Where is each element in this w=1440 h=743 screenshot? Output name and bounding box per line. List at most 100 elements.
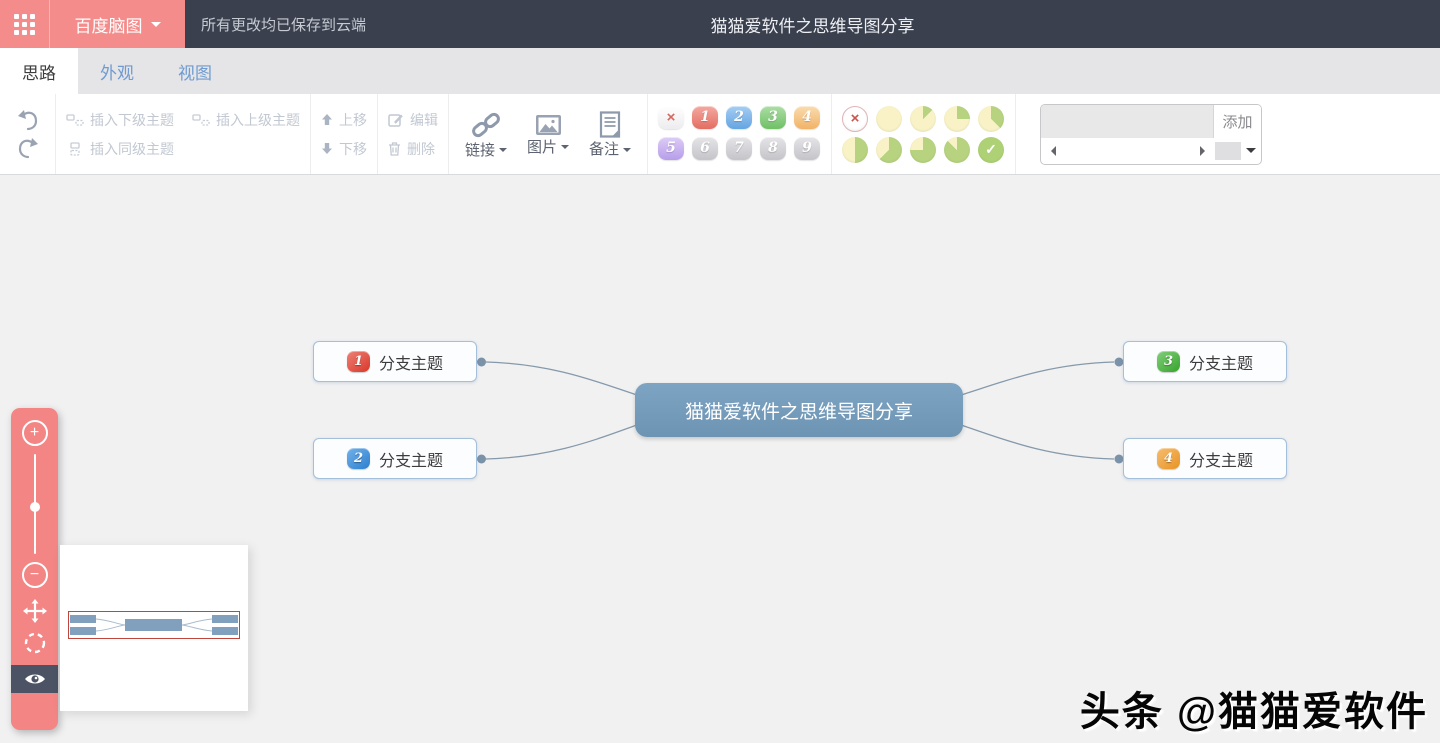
app-window: 百度脑图 所有更改均已保存到云端 猫猫爱软件之思维导图分享 思路 外观 视图 bbox=[0, 0, 1440, 743]
minimap-viewport[interactable] bbox=[68, 611, 240, 639]
edit-pencil-icon bbox=[388, 112, 404, 127]
history-group bbox=[0, 94, 56, 174]
sibling-topic-icon bbox=[66, 142, 84, 156]
note-button[interactable]: 备注 bbox=[589, 111, 631, 157]
zoom-out-button[interactable]: − bbox=[22, 562, 48, 588]
priority-group: × 1 2 3 4 5 6 7 8 9 bbox=[648, 94, 832, 174]
tab-idea[interactable]: 思路 bbox=[0, 48, 78, 94]
link-button[interactable]: 链接 bbox=[465, 111, 507, 158]
app-title: 百度脑图 bbox=[75, 12, 143, 37]
priority-8-button[interactable]: 8 bbox=[760, 137, 786, 160]
caret-down-icon bbox=[561, 145, 569, 153]
arrow-down-icon bbox=[321, 142, 333, 155]
progress-5of8-button[interactable] bbox=[876, 137, 902, 163]
move-down-button[interactable]: 下移 bbox=[321, 139, 367, 159]
progress-3of8-button[interactable] bbox=[978, 106, 1004, 132]
pan-mode-button[interactable] bbox=[22, 598, 48, 624]
child-topic-icon bbox=[66, 113, 84, 127]
note-icon bbox=[598, 111, 622, 138]
undo-button[interactable] bbox=[15, 107, 41, 133]
priority-9-button[interactable]: 9 bbox=[794, 137, 820, 160]
branch-label: 分支主题 bbox=[1189, 447, 1253, 471]
crosshair-icon bbox=[22, 630, 48, 656]
priority-badge: 3 bbox=[1157, 351, 1180, 372]
insert-sibling-button[interactable]: 插入同级主题 bbox=[66, 139, 174, 159]
edit-button[interactable]: 编辑 bbox=[388, 110, 438, 130]
pan-arrows-icon bbox=[22, 598, 48, 624]
priority-3-button[interactable]: 3 bbox=[760, 106, 786, 129]
topbar-rest: 所有更改均已保存到云端 猫猫爱软件之思维导图分享 bbox=[185, 0, 1440, 48]
image-button[interactable]: 图片 bbox=[527, 114, 569, 155]
delete-button[interactable]: 删除 bbox=[388, 139, 435, 159]
save-status: 所有更改均已保存到云端 bbox=[201, 14, 366, 35]
tag-add-button[interactable]: 添加 bbox=[1213, 105, 1261, 138]
edit-group: 编辑 删除 bbox=[378, 94, 449, 174]
tag-input[interactable] bbox=[1041, 105, 1213, 138]
root-topic-node[interactable]: 猫猫爱软件之思维导图分享 bbox=[635, 383, 963, 437]
view-toggle-row bbox=[11, 665, 58, 693]
eye-icon bbox=[23, 671, 47, 687]
branch-label: 分支主题 bbox=[1189, 350, 1253, 374]
priority-1-button[interactable]: 1 bbox=[692, 106, 718, 129]
zoom-slider-knob[interactable] bbox=[30, 502, 40, 512]
camera-view-button[interactable] bbox=[23, 671, 47, 687]
progress-1of8-button[interactable] bbox=[910, 106, 936, 132]
priority-5-button[interactable]: 5 bbox=[658, 137, 684, 160]
parent-topic-icon bbox=[192, 113, 210, 127]
branch-label: 分支主题 bbox=[379, 447, 443, 471]
minimap-panel[interactable] bbox=[60, 545, 248, 711]
tag-widget: 添加 bbox=[1040, 104, 1262, 165]
branch-topic-3[interactable]: 3 分支主题 bbox=[1123, 341, 1287, 382]
tag-group: 添加 bbox=[1016, 94, 1274, 174]
zoom-in-button[interactable]: + bbox=[22, 420, 48, 446]
progress-group: × ✓ bbox=[832, 94, 1016, 174]
branch-topic-4[interactable]: 4 分支主题 bbox=[1123, 438, 1287, 479]
priority-6-button[interactable]: 6 bbox=[692, 137, 718, 160]
tag-scrollbar[interactable] bbox=[1041, 138, 1261, 164]
topbar: 百度脑图 所有更改均已保存到云端 猫猫爱软件之思维导图分享 bbox=[0, 0, 1440, 48]
zoom-panel: + − bbox=[11, 408, 58, 730]
watermark: 头条 @猫猫爱软件 bbox=[1080, 679, 1428, 737]
priority-badge: 4 bbox=[1157, 448, 1180, 469]
branch-topic-2[interactable]: 2 分支主题 bbox=[313, 438, 477, 479]
zoom-slider[interactable] bbox=[25, 454, 45, 554]
caret-down-icon bbox=[623, 148, 631, 156]
scroll-right-icon[interactable] bbox=[1200, 146, 1210, 156]
tab-appearance[interactable]: 外观 bbox=[78, 48, 156, 94]
priority-4-button[interactable]: 4 bbox=[794, 106, 820, 129]
progress-4of8-button[interactable] bbox=[842, 137, 868, 163]
apps-grid-button[interactable] bbox=[0, 0, 50, 48]
progress-6of8-button[interactable] bbox=[910, 137, 936, 163]
branch-topic-1[interactable]: 1 分支主题 bbox=[313, 341, 477, 382]
move-up-button[interactable]: 上移 bbox=[321, 110, 367, 130]
priority-badge: 1 bbox=[347, 351, 370, 372]
image-icon bbox=[535, 114, 562, 136]
app-menu-button[interactable]: 百度脑图 bbox=[50, 0, 185, 48]
arrange-group: 上移 下移 bbox=[311, 94, 378, 174]
progress-7of8-button[interactable] bbox=[944, 137, 970, 163]
progress-0-button[interactable] bbox=[876, 106, 902, 132]
progress-done-button[interactable]: ✓ bbox=[978, 137, 1004, 163]
priority-remove-button[interactable]: × bbox=[658, 106, 684, 129]
progress-remove-button[interactable]: × bbox=[842, 106, 868, 132]
tab-view[interactable]: 视图 bbox=[156, 48, 234, 94]
redo-button[interactable] bbox=[15, 135, 41, 161]
caret-down-icon bbox=[499, 148, 507, 156]
trash-icon bbox=[388, 141, 401, 156]
progress-2of8-button[interactable] bbox=[944, 106, 970, 132]
tabbar: 思路 外观 视图 bbox=[0, 48, 1440, 94]
mindmap-canvas[interactable]: 猫猫爱软件之思维导图分享 1 分支主题 2 分支主题 3 分支主题 4 分支主题… bbox=[0, 175, 1440, 743]
attach-group: 链接 图片 备注 bbox=[449, 94, 648, 174]
link-chain-icon bbox=[471, 111, 501, 139]
scrollbar-thumb[interactable] bbox=[1215, 142, 1241, 160]
tag-dropdown-icon[interactable] bbox=[1246, 148, 1256, 158]
document-title: 猫猫爱软件之思维导图分享 bbox=[711, 12, 915, 37]
grid-icon bbox=[14, 14, 35, 35]
insert-parent-button[interactable]: 插入上级主题 bbox=[192, 110, 300, 130]
priority-7-button[interactable]: 7 bbox=[726, 137, 752, 160]
priority-2-button[interactable]: 2 bbox=[726, 106, 752, 129]
locate-center-button[interactable] bbox=[22, 630, 48, 656]
insert-child-button[interactable]: 插入下级主题 bbox=[66, 110, 174, 130]
insert-group: 插入下级主题 插入上级主题 插入同级主题 bbox=[56, 94, 311, 174]
scroll-left-icon[interactable] bbox=[1046, 146, 1056, 156]
